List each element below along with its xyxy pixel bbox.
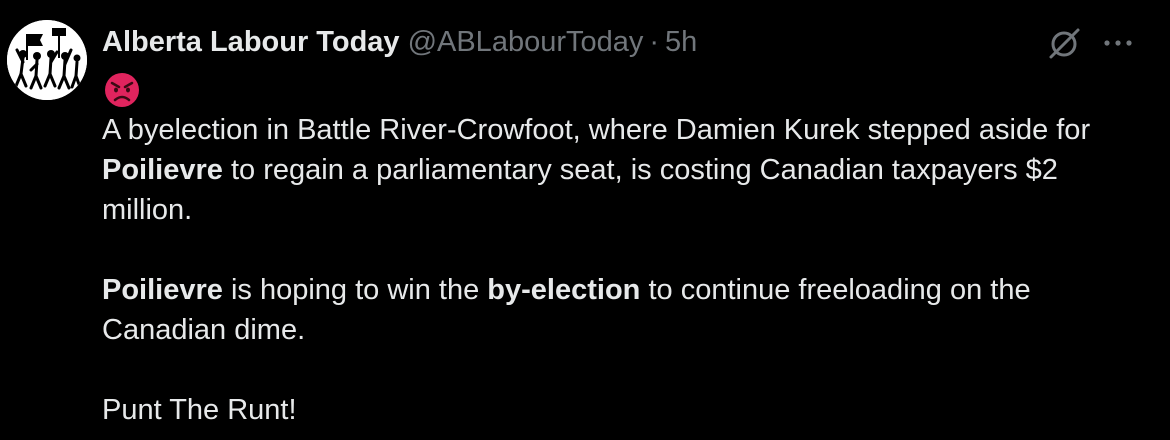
display-name[interactable]: Alberta Labour Today xyxy=(102,26,400,59)
user-handle[interactable]: @ABLabourToday xyxy=(408,26,644,59)
bold-text: Poilievre xyxy=(102,154,223,186)
tweet-paragraph-1: A byelection in Battle River-Crowfoot, w… xyxy=(102,110,1142,230)
tweet-paragraph-3: Punt The Runt! xyxy=(102,394,297,426)
bold-text: Poilievre xyxy=(102,274,223,306)
timestamp[interactable]: 5h xyxy=(665,26,697,59)
grok-icon[interactable] xyxy=(1045,23,1085,63)
angry-face-emoji xyxy=(103,71,141,109)
tweet: Alberta Labour Today @ABLabourToday · 5h… xyxy=(0,0,1170,440)
text-segment: A byelection in Battle River-Crowfoot, w… xyxy=(102,114,1091,146)
protest-crowd-icon xyxy=(7,20,87,100)
tweet-paragraph-2: Poilievre is hoping to win the by-electi… xyxy=(102,270,1142,350)
avatar[interactable] xyxy=(7,20,87,100)
more-options-icon[interactable] xyxy=(1098,28,1138,58)
tweet-header: Alberta Labour Today @ABLabourToday · 5h xyxy=(102,24,697,60)
text-segment: to regain a parliamentary seat, is costi… xyxy=(102,154,1058,226)
header-separator: · xyxy=(649,25,660,58)
tweet-text: A byelection in Battle River-Crowfoot, w… xyxy=(102,110,1142,430)
bold-text: by-election xyxy=(487,274,641,306)
text-segment: is hoping to win the xyxy=(222,274,488,306)
